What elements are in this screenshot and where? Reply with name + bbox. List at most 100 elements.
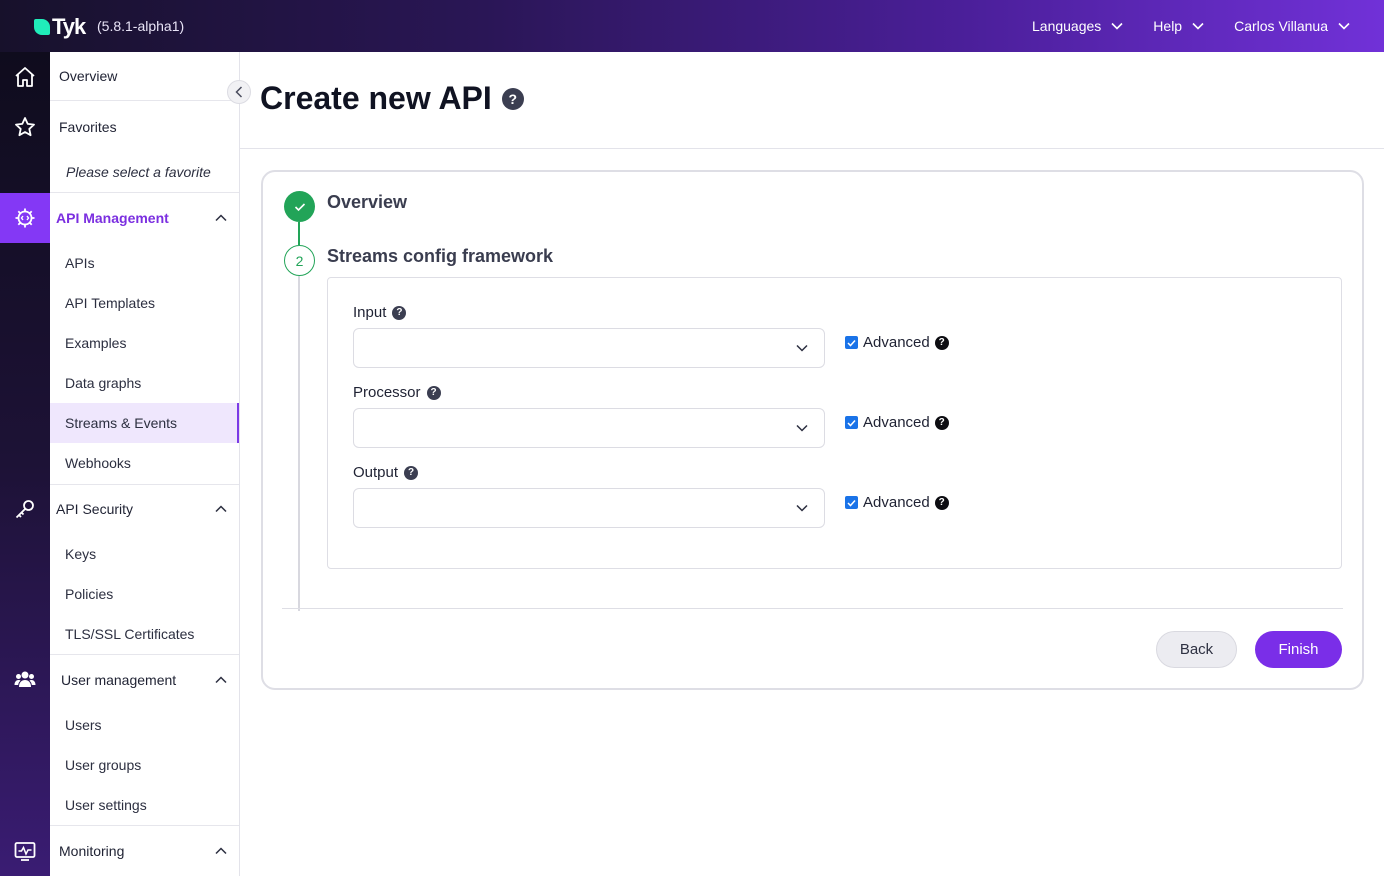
sidebar-item-overview[interactable]: Overview xyxy=(50,56,239,96)
output-advanced-checkbox[interactable] xyxy=(845,496,858,509)
sidebar-divider xyxy=(50,192,239,193)
sidebar-item-examples[interactable]: Examples xyxy=(50,323,239,363)
rail-api-management[interactable] xyxy=(0,193,50,243)
sidebar-item-streams-events[interactable]: Streams & Events xyxy=(50,403,239,443)
sidebar-section-api-management[interactable]: API Management xyxy=(50,198,239,238)
sidebar-item-label: Policies xyxy=(65,586,114,602)
help-icon[interactable]: ? xyxy=(404,465,419,480)
sidebar-item-user-settings[interactable]: User settings xyxy=(50,785,239,825)
chevron-up-icon xyxy=(215,214,227,222)
step-connector xyxy=(298,222,300,245)
user-menu[interactable]: Carlos Villanua xyxy=(1234,18,1350,34)
chevron-up-icon xyxy=(215,847,227,855)
help-icon[interactable]: ? xyxy=(934,495,949,510)
chevron-left-icon xyxy=(235,86,243,98)
help-icon[interactable]: ? xyxy=(426,385,441,400)
sidebar-item-users[interactable]: Users xyxy=(50,705,239,745)
top-bar: Tyk (5.8.1-alpha1) Languages Help Carlos… xyxy=(0,0,1384,52)
sidebar-item-label: Overview xyxy=(59,68,118,84)
sidebar-divider xyxy=(50,654,239,655)
sidebar-item-label: API Templates xyxy=(65,295,156,311)
monitor-icon xyxy=(14,842,36,861)
advanced-label: Advanced xyxy=(863,414,930,431)
languages-menu[interactable]: Languages xyxy=(1032,18,1123,34)
advanced-label: Advanced xyxy=(863,334,930,351)
home-icon xyxy=(15,67,35,87)
finish-button[interactable]: Finish xyxy=(1255,631,1342,668)
step-connector xyxy=(298,276,300,611)
sidebar-item-keys[interactable]: Keys xyxy=(50,534,239,574)
sidebar-item-favorites[interactable]: Favorites xyxy=(50,107,239,147)
page-title: Create new API xyxy=(260,80,492,116)
output-advanced-toggle: Advanced ? xyxy=(845,494,949,511)
sidebar-item-label: Favorites xyxy=(59,119,117,135)
sidebar: Overview Favorites Please select a favor… xyxy=(50,52,240,876)
help-icon[interactable]: ? xyxy=(501,87,524,110)
input-advanced-checkbox[interactable] xyxy=(845,336,858,349)
sidebar-section-label: User management xyxy=(61,672,177,688)
sidebar-item-label: Data graphs xyxy=(65,375,142,391)
favorites-placeholder: Please select a favorite xyxy=(50,152,239,192)
rail-api-security[interactable] xyxy=(0,484,50,534)
sidebar-item-policies[interactable]: Policies xyxy=(50,574,239,614)
output-label: Output xyxy=(353,464,399,481)
processor-advanced-checkbox[interactable] xyxy=(845,416,858,429)
tyk-logo-mark xyxy=(34,19,50,35)
input-select[interactable] xyxy=(353,328,825,368)
sidebar-section-user-management[interactable]: User management xyxy=(50,660,239,700)
chevron-down-icon xyxy=(1338,22,1350,30)
sidebar-item-label: Users xyxy=(65,717,102,733)
sidebar-item-label: APIs xyxy=(65,255,95,271)
sidebar-item-label: Keys xyxy=(65,546,97,562)
users-icon xyxy=(14,671,36,687)
step-1-complete-indicator xyxy=(284,191,315,222)
step-2-indicator: 2 xyxy=(284,245,315,276)
sidebar-section-label: API Security xyxy=(56,501,134,517)
tyk-logo[interactable]: Tyk xyxy=(34,14,86,40)
rail-home[interactable] xyxy=(0,52,50,102)
key-icon xyxy=(15,500,34,519)
step-2-title: Streams config framework xyxy=(327,246,554,266)
sidebar-item-tls-certificates[interactable]: TLS/SSL Certificates xyxy=(50,614,239,654)
check-icon xyxy=(847,339,856,347)
check-icon xyxy=(294,202,305,211)
chevron-down-icon xyxy=(1111,22,1123,30)
chevron-up-icon xyxy=(215,505,227,513)
back-button[interactable]: Back xyxy=(1156,631,1237,668)
input-field-label: Input ? xyxy=(353,304,407,321)
sidebar-divider xyxy=(50,825,239,826)
sidebar-section-monitoring[interactable]: Monitoring xyxy=(50,831,239,871)
rail-favorites[interactable] xyxy=(0,102,50,152)
help-icon[interactable]: ? xyxy=(934,415,949,430)
collapse-sidebar-button[interactable] xyxy=(227,80,251,104)
step-1-title[interactable]: Overview xyxy=(327,192,407,213)
sidebar-item-user-groups[interactable]: User groups xyxy=(50,745,239,785)
input-label: Input xyxy=(353,304,387,321)
output-field-label: Output ? xyxy=(353,464,419,481)
sidebar-divider xyxy=(50,484,239,485)
rail-monitoring[interactable] xyxy=(0,826,50,876)
processor-label: Processor xyxy=(353,384,421,401)
output-select[interactable] xyxy=(353,488,825,528)
chevron-down-icon xyxy=(796,344,808,352)
sidebar-section-api-security[interactable]: API Security xyxy=(50,489,239,529)
rail-user-management[interactable] xyxy=(0,654,50,704)
sidebar-item-apis[interactable]: APIs xyxy=(50,243,239,283)
help-menu[interactable]: Help xyxy=(1153,18,1204,34)
help-icon[interactable]: ? xyxy=(392,305,407,320)
sidebar-divider xyxy=(50,100,239,101)
processor-select[interactable] xyxy=(353,408,825,448)
sidebar-item-data-graphs[interactable]: Data graphs xyxy=(50,363,239,403)
sidebar-item-label: User settings xyxy=(65,797,147,813)
sidebar-item-api-templates[interactable]: API Templates xyxy=(50,283,239,323)
sidebar-item-label: Examples xyxy=(65,335,127,351)
sidebar-item-label: Streams & Events xyxy=(65,415,178,431)
sidebar-item-webhooks[interactable]: Webhooks xyxy=(50,443,239,483)
sidebar-section-label: Monitoring xyxy=(59,843,125,859)
sidebar-item-label: TLS/SSL Certificates xyxy=(65,626,195,642)
chevron-down-icon xyxy=(796,504,808,512)
user-name: Carlos Villanua xyxy=(1234,18,1328,34)
help-icon[interactable]: ? xyxy=(934,335,949,350)
brand-name: Tyk xyxy=(52,14,86,39)
check-icon xyxy=(847,499,856,507)
